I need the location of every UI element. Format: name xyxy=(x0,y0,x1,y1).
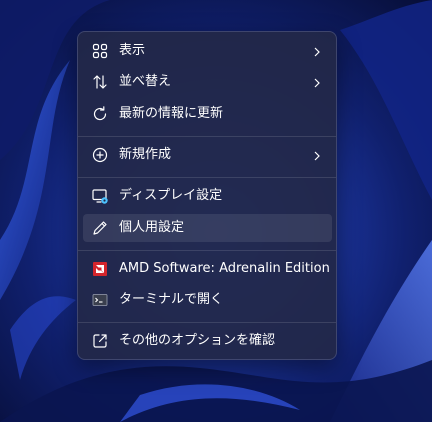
pen-icon xyxy=(91,219,109,237)
menu-separator xyxy=(78,136,336,137)
amd-logo-icon xyxy=(91,260,109,278)
menu-item-sort[interactable]: 並べ替え xyxy=(83,68,332,96)
desktop[interactable]: 表示 並べ替え 最新の情報に更新 新規作成 ディスプレイ設定 個人用設定 AMD… xyxy=(0,0,432,422)
terminal-icon xyxy=(91,291,109,309)
view-grid-icon xyxy=(91,42,109,60)
menu-separator xyxy=(78,177,336,178)
menu-item-label: ターミナルで開く xyxy=(119,292,224,307)
menu-item-new[interactable]: 新規作成 xyxy=(83,141,332,169)
menu-item-view[interactable]: 表示 xyxy=(83,37,332,65)
menu-item-label: 最新の情報に更新 xyxy=(119,106,224,121)
sort-arrows-icon xyxy=(91,73,109,91)
menu-separator xyxy=(78,322,336,323)
chevron-right-icon xyxy=(310,75,324,89)
menu-item-open-terminal[interactable]: ターミナルで開く xyxy=(83,286,332,314)
chevron-right-icon xyxy=(310,44,324,58)
add-circle-icon xyxy=(91,146,109,164)
chevron-right-icon xyxy=(310,148,324,162)
menu-item-label: 並べ替え xyxy=(119,74,172,89)
desktop-context-menu: 表示 並べ替え 最新の情報に更新 新規作成 ディスプレイ設定 個人用設定 AMD… xyxy=(77,31,337,360)
menu-item-label: AMD Software: Adrenalin Edition xyxy=(119,261,330,276)
menu-item-label: ディスプレイ設定 xyxy=(119,188,223,203)
menu-separator xyxy=(78,250,336,251)
menu-item-refresh[interactable]: 最新の情報に更新 xyxy=(83,100,332,128)
menu-item-personalize[interactable]: 個人用設定 xyxy=(83,214,332,242)
open-external-icon xyxy=(91,332,109,350)
menu-item-label: 新規作成 xyxy=(119,147,172,162)
menu-item-display-settings[interactable]: ディスプレイ設定 xyxy=(83,182,332,210)
menu-item-label: 個人用設定 xyxy=(119,220,185,235)
menu-item-amd-software[interactable]: AMD Software: Adrenalin Edition xyxy=(83,255,332,283)
refresh-icon xyxy=(91,105,109,123)
menu-item-show-more-options[interactable]: その他のオプションを確認 xyxy=(83,327,332,355)
menu-item-label: その他のオプションを確認 xyxy=(119,333,276,348)
menu-item-label: 表示 xyxy=(119,43,146,58)
display-settings-icon xyxy=(91,187,109,205)
